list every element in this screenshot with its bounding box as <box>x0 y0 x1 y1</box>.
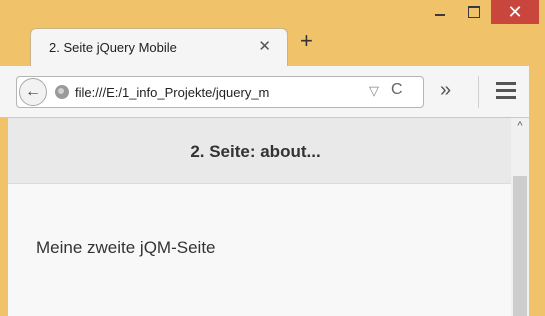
window-controls: ✕ <box>423 0 539 26</box>
url-dropdown-icon[interactable]: ▽ <box>369 83 379 99</box>
tab-title: 2. Seite jQuery Mobile <box>49 40 177 55</box>
reload-icon[interactable]: C <box>391 81 403 99</box>
browser-tab[interactable]: 2. Seite jQuery Mobile ✕ <box>30 28 288 66</box>
minimize-icon <box>435 14 445 16</box>
maximize-button[interactable] <box>457 0 491 24</box>
maximize-icon <box>468 6 480 18</box>
tab-close-icon[interactable]: ✕ <box>258 37 271 55</box>
page-content: 2. Seite: about... Meine zweite jQM-Seit… <box>0 118 527 316</box>
back-arrow-icon[interactable]: ← <box>19 78 47 106</box>
page-body-text: Meine zweite jQM-Seite <box>36 238 216 257</box>
globe-icon <box>55 85 69 99</box>
toolbar-separator <box>478 76 479 108</box>
page-title: 2. Seite: about... <box>190 141 321 161</box>
new-tab-button[interactable]: + <box>300 30 313 52</box>
hamburger-menu-icon[interactable] <box>496 82 516 103</box>
window-titlebar: ✕ 2. Seite jQuery Mobile ✕ + <box>0 0 545 66</box>
url-bar[interactable]: ← file:///E:/1_info_Projekte/jquery_m ▽ … <box>16 76 424 108</box>
minimize-button[interactable] <box>423 0 457 24</box>
vertical-scrollbar[interactable]: ^ <box>511 118 529 316</box>
window-right-border <box>529 66 545 316</box>
close-window-button[interactable]: ✕ <box>491 0 539 24</box>
page-header: 2. Seite: about... <box>0 118 511 184</box>
toolbar-overflow-button[interactable]: » <box>440 80 451 100</box>
url-text[interactable]: file:///E:/1_info_Projekte/jquery_m <box>75 85 269 100</box>
navigation-bar: ← file:///E:/1_info_Projekte/jquery_m ▽ … <box>0 66 545 118</box>
scrollbar-thumb[interactable] <box>513 176 527 316</box>
scroll-up-icon[interactable]: ^ <box>511 120 529 140</box>
window-left-border <box>0 118 8 316</box>
